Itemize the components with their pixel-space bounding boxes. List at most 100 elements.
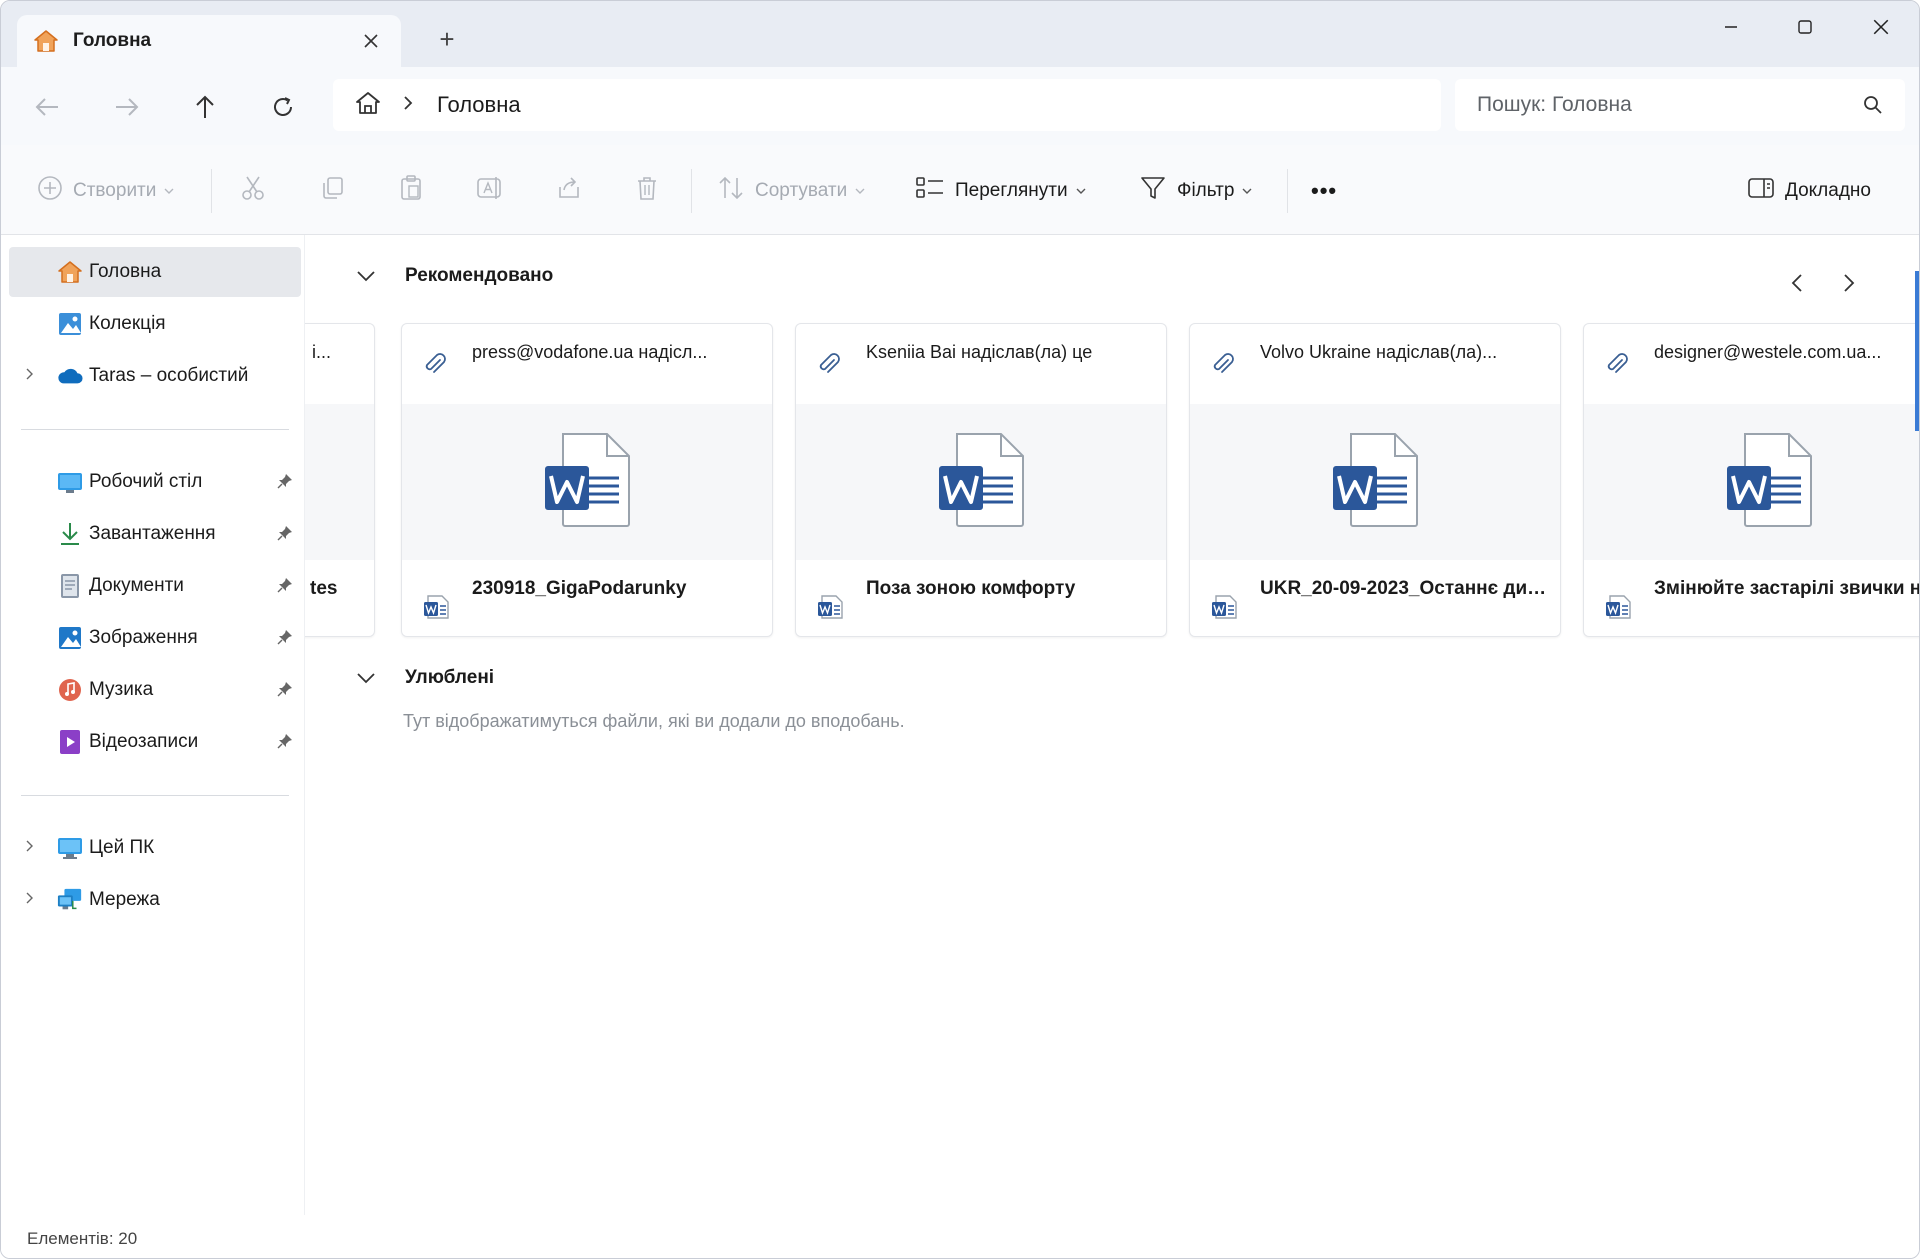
maximize-button[interactable] [1775,9,1835,45]
pin-icon[interactable] [277,681,293,700]
content-pane: Рекомендовано i... tes press@vodafone.ua… [305,235,1919,1215]
chevron-down-icon [1076,184,1086,198]
more-options-button[interactable]: ••• [1311,173,1337,209]
filter-button[interactable]: Фільтр [1139,173,1252,209]
sidebar-item-label: Цей ПК [89,837,155,858]
pin-icon[interactable] [277,733,293,752]
sidebar-item-videos[interactable]: Відеозаписи [9,717,301,767]
recommended-card[interactable]: Volvo Ukraine надіслав(ла)... UKR_20-09-… [1189,323,1561,637]
sidebar-item-onedrive[interactable]: Taras – особистий [9,351,301,401]
filter-label: Фільтр [1177,180,1235,201]
home-icon[interactable] [355,91,381,120]
sidebar-item-documents[interactable]: Документи [9,561,301,611]
card-header: i... [305,324,374,404]
breadcrumb-current[interactable]: Головна [437,92,521,118]
scroll-indicator[interactable] [1915,271,1919,431]
recommended-card[interactable]: designer@westele.com.ua... Змінюйте заст… [1583,323,1919,637]
sort-button[interactable]: Сортувати [717,173,865,209]
share-button[interactable] [555,173,583,209]
sidebar-item-home[interactable]: Головна [9,247,301,297]
recommended-title: Рекомендовано [405,265,554,286]
carousel-next-button[interactable] [1831,265,1867,301]
card-file-name: UKR_20-09-2023_Останнє диз... [1260,578,1550,599]
card-sender: i... [312,342,332,362]
pin-icon[interactable] [277,525,293,544]
sidebar-item-music[interactable]: Музика [9,665,301,715]
recommended-card[interactable]: press@vodafone.ua надісл... 230918_GigaP… [401,323,773,637]
recommended-card[interactable]: Kseniia Bai надіслав(ла) це Поза зоною к… [795,323,1167,637]
rename-icon [475,174,503,208]
favorites-section-header[interactable]: Улюблені [353,665,494,691]
rename-button[interactable] [475,173,503,209]
search-input[interactable]: Пошук: Головна [1477,93,1632,117]
back-button[interactable] [29,89,65,125]
close-window-button[interactable] [1851,9,1911,45]
sidebar-item-label: Відеозаписи [89,731,199,752]
this-pc-icon [57,835,83,861]
card-header: designer@westele.com.ua... [1584,324,1919,404]
card-sender: Volvo Ukraine надіслав(ла)... [1260,342,1498,362]
sidebar-item-label: Музика [89,679,154,700]
tab-home[interactable]: Головна [17,15,401,67]
chevron-right-icon[interactable] [25,367,34,386]
word-file-small-icon [1210,594,1238,625]
word-file-small-icon [816,594,844,625]
cut-button[interactable] [239,173,267,209]
sidebar-item-desktop[interactable]: Робочий стіл [9,457,301,507]
sidebar-item-gallery[interactable]: Колекція [9,299,301,349]
share-icon [555,174,583,208]
word-file-small-icon [1604,594,1632,625]
chevron-down-icon[interactable] [353,665,379,691]
file-explorer-window: Головна + Головна Пошук: Головна Створит… [0,0,1920,1259]
sidebar-item-label: Зображення [89,627,198,648]
card-file-name: 230918_GigaPodarunky [472,578,687,599]
sidebar-item-network[interactable]: Мережа [9,875,301,925]
pin-icon[interactable] [277,629,293,648]
close-tab-icon[interactable] [357,27,385,55]
recommended-card[interactable]: i... tes [305,323,375,637]
gallery-icon [57,311,83,337]
chevron-right-icon[interactable] [403,94,413,117]
word-document-icon [937,432,1025,533]
card-footer: tes [305,560,374,636]
sidebar-item-label: Робочий стіл [89,471,203,492]
card-footer: Змінюйте застарілі звички на [1584,560,1919,636]
sidebar-item-this-pc[interactable]: Цей ПК [9,823,301,873]
card-sender: press@vodafone.ua надісл... [472,342,708,362]
tab-title: Головна [73,30,152,51]
new-button[interactable]: Створити [37,173,174,209]
carousel-previous-button[interactable] [1779,265,1815,301]
sort-label: Сортувати [755,180,848,201]
navigation-pane: Головна Колекція Taras – особистий Робоч… [1,235,305,1215]
search-box[interactable]: Пошук: Головна [1455,79,1905,131]
word-document-icon [543,432,631,533]
breadcrumb[interactable]: Головна [333,79,1441,131]
pin-icon[interactable] [277,577,293,596]
scissors-icon [239,174,267,208]
details-pane-icon [1747,176,1775,206]
chevron-right-icon[interactable] [25,839,34,858]
minimize-button[interactable] [1701,9,1761,45]
chevron-down-icon[interactable] [353,263,379,289]
refresh-button[interactable] [265,89,301,125]
delete-button[interactable] [633,173,661,209]
new-tab-button[interactable]: + [433,24,461,54]
view-button[interactable]: Переглянути [915,173,1086,209]
chevron-right-icon[interactable] [25,891,34,910]
up-button[interactable] [187,89,223,125]
search-icon[interactable] [1863,95,1883,120]
paste-button[interactable] [397,173,425,209]
recommended-section-header[interactable]: Рекомендовано [353,263,553,289]
sidebar-item-pictures[interactable]: Зображення [9,613,301,663]
view-label: Переглянути [955,180,1068,201]
paperclip-icon [422,352,448,383]
sidebar-item-downloads[interactable]: Завантаження [9,509,301,559]
details-button[interactable]: Докладно [1747,173,1871,209]
divider [691,169,692,213]
card-footer: 230918_GigaPodarunky [402,560,772,636]
forward-button[interactable] [109,89,145,125]
card-footer: Поза зоною комфорту [796,560,1166,636]
sidebar-item-label: Головна [89,261,162,282]
copy-button[interactable] [319,173,347,209]
pin-icon[interactable] [277,473,293,492]
